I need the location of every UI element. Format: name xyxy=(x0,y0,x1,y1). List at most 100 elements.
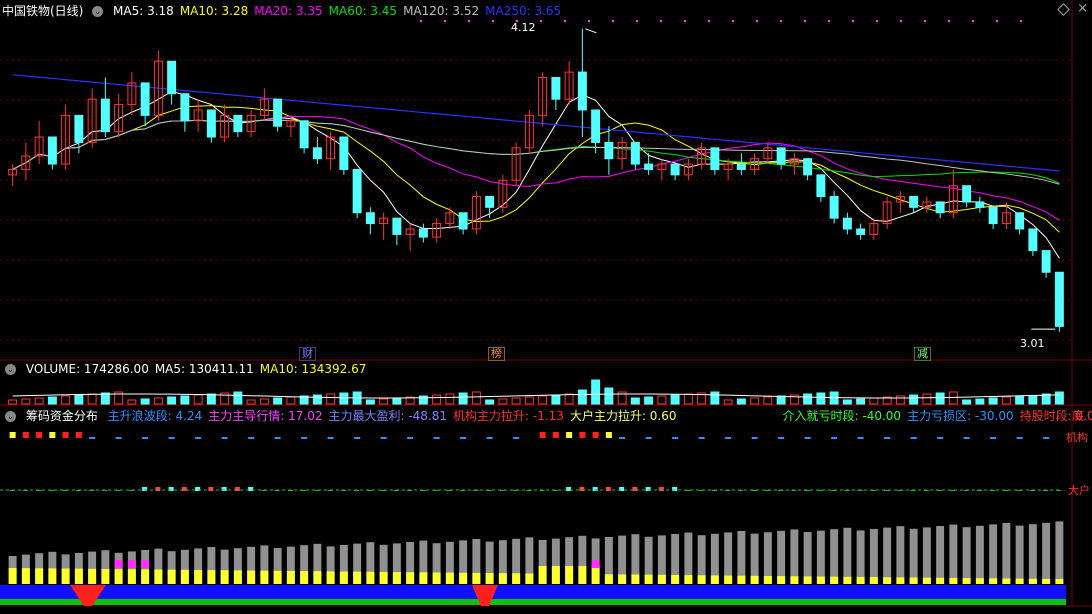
volume-bar xyxy=(577,389,587,405)
indicator-label-4: 大户主力拉升: 0.60 xyxy=(569,409,677,423)
candle-body xyxy=(975,201,985,208)
chip-magenta-bar xyxy=(127,560,136,568)
candle-body xyxy=(273,98,283,127)
ma-label-0: MA5: 3.18 xyxy=(113,4,174,18)
volume-bar xyxy=(909,394,919,405)
volume-bar xyxy=(975,398,985,405)
event-marker-financial[interactable]: 财 xyxy=(299,347,316,361)
institution-mark xyxy=(75,432,82,438)
volume-bar xyxy=(1001,396,1011,405)
candle-body xyxy=(776,147,786,165)
volume-bar xyxy=(418,395,428,405)
ma-label-4: MA120: 3.52 xyxy=(403,4,480,18)
volume-bar xyxy=(140,398,150,405)
chip-yellow-bar xyxy=(273,570,282,584)
top-marker-dot xyxy=(780,20,782,22)
volume-bar xyxy=(842,399,852,405)
kline-chart-stage[interactable]: 中国铁物(日线) ⌄ MA5: 3.18 MA10: 3.28 MA20: 3.35… xyxy=(0,0,1092,614)
low-price-label: 3.01 xyxy=(1020,337,1045,350)
institution-mark xyxy=(354,437,361,439)
institution-mark xyxy=(725,437,732,439)
close-icon[interactable]: × xyxy=(1077,1,1088,16)
indicator-name: 筹码资金分布 xyxy=(25,409,98,423)
chip-yellow-bar xyxy=(591,566,600,584)
chip-yellow-bar xyxy=(260,570,269,584)
chip-yellow-bar xyxy=(1015,578,1024,584)
chip-gray-bar xyxy=(962,527,971,584)
institution-mark xyxy=(433,437,440,439)
top-marker-dot xyxy=(636,20,638,22)
row-label-institution: 机构 xyxy=(1066,431,1088,444)
volume-bar xyxy=(87,393,97,405)
candle-body xyxy=(935,201,945,214)
top-marker-dot xyxy=(684,20,686,22)
top-marker-dot xyxy=(588,20,590,22)
price-panel-header: 中国铁物(日线) ⌄ MA5: 3.18 MA10: 3.28 MA20: 3.35… xyxy=(2,3,573,19)
candle-body xyxy=(803,158,813,176)
volume-bar xyxy=(167,396,177,405)
candle-body xyxy=(816,174,826,198)
volume-menu-icon[interactable]: ⌄ xyxy=(5,364,16,375)
volume-bar xyxy=(471,391,481,405)
institution-mark xyxy=(274,437,281,439)
top-marker-dot xyxy=(876,20,878,22)
chip-yellow-bar xyxy=(538,566,547,584)
chip-yellow-bar xyxy=(618,574,627,584)
volume-bar xyxy=(312,394,322,405)
chip-yellow-bar xyxy=(830,576,839,584)
chip-yellow-bar xyxy=(247,570,256,584)
indicator-label-0: 主升浪波段: 4.24 xyxy=(107,409,203,423)
candle-body xyxy=(206,109,216,138)
institution-mark xyxy=(89,437,96,439)
chip-yellow-bar xyxy=(657,574,666,584)
volume-bar xyxy=(1015,395,1025,405)
indicator-menu-icon[interactable]: ⌄ xyxy=(5,411,16,422)
chip-yellow-bar xyxy=(313,571,322,584)
chart-canvas[interactable] xyxy=(0,0,1092,614)
top-marker-dot xyxy=(900,20,902,22)
top-marker-dot xyxy=(564,20,566,22)
top-marker-dot xyxy=(420,20,422,22)
candle-body xyxy=(1028,228,1038,252)
chip-yellow-bar xyxy=(459,572,468,584)
institution-mark xyxy=(804,437,811,439)
ma40-line xyxy=(12,119,1060,184)
candle-body xyxy=(604,141,614,160)
chip-yellow-bar xyxy=(763,575,772,584)
volume-bar xyxy=(206,393,216,405)
chip-yellow-bar xyxy=(472,572,481,584)
chip-gray-bar xyxy=(1015,525,1024,584)
chip-yellow-bar xyxy=(989,578,998,584)
event-marker-reduce[interactable]: 减 xyxy=(914,347,931,361)
candle-body xyxy=(736,163,746,170)
institution-mark xyxy=(301,437,308,439)
chip-yellow-bar xyxy=(644,574,653,584)
candle-body xyxy=(458,212,468,230)
institution-mark xyxy=(592,432,599,438)
volume-bar xyxy=(644,396,654,405)
volume-bar xyxy=(935,392,945,405)
volume-label-2: MA10: 134392.67 xyxy=(259,362,367,376)
indicator-label-2: 主力最大盈利: -48.81 xyxy=(328,409,448,423)
candle-body xyxy=(312,147,322,160)
volume-bar xyxy=(233,391,243,405)
volume-bar xyxy=(511,397,521,405)
chip-gray-bar xyxy=(975,525,984,584)
chip-yellow-bar xyxy=(74,568,83,584)
chip-yellow-bar xyxy=(419,572,428,584)
volume-bar xyxy=(259,398,269,405)
volume-bar xyxy=(683,393,693,405)
chip-gray-bar xyxy=(856,530,865,584)
chip-gray-bar xyxy=(1028,524,1037,584)
volume-bar xyxy=(445,393,455,405)
volume-bar xyxy=(710,391,720,405)
institution-mark xyxy=(566,432,573,438)
ma-label-group: MA5: 3.18 MA10: 3.28 MA20: 3.35 MA60: 3.45 M… xyxy=(113,4,567,18)
settings-circle-icon[interactable]: ⌄ xyxy=(92,6,104,17)
event-marker-list[interactable]: 榜 xyxy=(488,347,505,361)
candle-body xyxy=(233,114,243,133)
ma60-line xyxy=(12,119,1060,185)
institution-mark xyxy=(963,437,970,439)
chip-yellow-bar xyxy=(1028,578,1037,584)
chip-yellow-bar xyxy=(631,574,640,584)
